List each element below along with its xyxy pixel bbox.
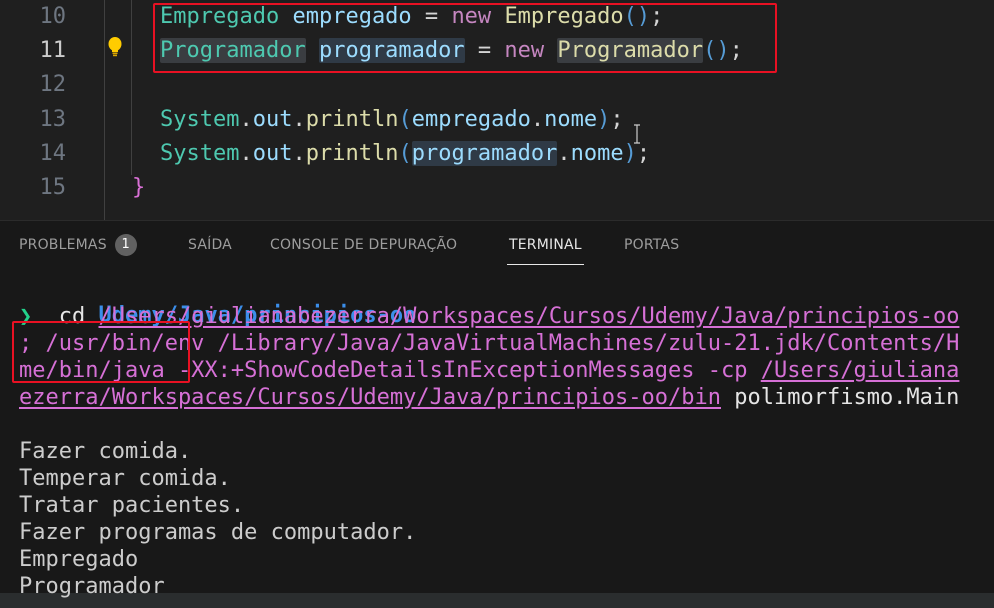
argument-token: empregado (411, 107, 531, 132)
terminal-output-line: Empregado (19, 547, 139, 572)
method-token: println (305, 141, 399, 166)
dot-token: . (292, 107, 306, 132)
paren-token: ( (398, 107, 412, 132)
semicolon-token: ; (610, 107, 624, 132)
tab-label: PROBLEMAS (19, 237, 107, 253)
panel-tabs: PROBLEMAS 1 SAÍDA CONSOLE DE DEPURAÇÃO TE… (0, 221, 994, 267)
argument-token: programador (411, 141, 558, 166)
bottom-panel: PROBLEMAS 1 SAÍDA CONSOLE DE DEPURAÇÃO TE… (0, 220, 994, 608)
code-line-14[interactable]: 14 System.out.println(programador.nome); (0, 137, 994, 171)
path-link[interactable]: /Users/giulianabezerra/Workspaces/Cursos… (99, 304, 960, 329)
path-link[interactable]: /Users/giuliana (761, 358, 960, 383)
path-link[interactable]: ezerra/Workspaces/Cursos/Udemy/Java/prin… (19, 385, 721, 410)
code-text: System.out.println(programador.nome); (160, 137, 650, 171)
tab-debug-console[interactable]: CONSOLE DE DEPURAÇÃO (270, 221, 457, 267)
terminal-cwd-line: Udemy/Java/principios-oo (19, 275, 416, 328)
text-cursor-icon (634, 124, 640, 144)
line-number: 15 (39, 175, 67, 200)
code-highlight-box (153, 3, 777, 73)
code-line-13[interactable]: 13 System.out.println(empregado.nome); (0, 103, 994, 137)
tab-output[interactable]: SAÍDA (188, 221, 232, 267)
line-number: 12 (39, 72, 67, 97)
field-token: out (252, 141, 293, 166)
tab-label: SAÍDA (188, 237, 232, 253)
paren-token: ( (398, 141, 412, 166)
tab-terminal[interactable]: TERMINAL (507, 221, 584, 267)
paren-token: ) (597, 107, 611, 132)
code-line-15[interactable]: 15 } (0, 171, 994, 205)
output-highlight-box (12, 321, 190, 383)
code-line-12[interactable]: 12 (0, 68, 994, 102)
tab-label: CONSOLE DE DEPURAÇÃO (270, 237, 458, 253)
dot-token: . (292, 141, 306, 166)
line-number: 10 (39, 4, 67, 29)
lightbulb-icon[interactable] (107, 36, 123, 58)
member-token: nome (570, 141, 624, 166)
command-text: polimorfismo.Main (721, 385, 960, 410)
code-text: } (132, 171, 145, 205)
tab-label: PORTAS (624, 237, 680, 253)
member-token: nome (544, 107, 598, 132)
terminal-output-line: Temperar comida. (19, 466, 231, 491)
dot-token: . (557, 141, 571, 166)
class-token: System (160, 141, 240, 166)
tab-ports[interactable]: PORTAS (624, 221, 679, 267)
tab-problems[interactable]: PROBLEMAS 1 (19, 221, 137, 267)
class-token: System (160, 107, 240, 132)
terminal-output-line: Fazer comida. (19, 439, 192, 464)
dot-token: . (239, 107, 253, 132)
code-text: System.out.println(empregado.nome); (160, 103, 624, 137)
terminal-output-line: Fazer programas de computador. (19, 520, 417, 545)
terminal-output-line: Tratar pacientes. (19, 493, 245, 518)
line-number: 13 (39, 107, 67, 132)
terminal-view[interactable]: Udemy/Java/principios-oo ❯ cd /Users/giu… (0, 267, 994, 608)
line-number: 11 (39, 38, 67, 63)
semicolon-token: ; (636, 141, 651, 166)
tab-label: TERMINAL (509, 237, 582, 253)
brace-token: } (132, 175, 146, 200)
field-token: out (252, 107, 293, 132)
problems-count-badge: 1 (114, 234, 137, 256)
line-number: 14 (39, 141, 67, 166)
code-editor[interactable]: 10 Empregado empregado = new Empregado()… (0, 0, 994, 220)
dot-token: . (530, 107, 545, 132)
terminal-output-line: Programador (19, 574, 165, 599)
dot-token: . (239, 141, 253, 166)
method-token: println (305, 107, 399, 132)
paren-token: ) (623, 141, 637, 166)
terminal-command-line: ezerra/Workspaces/Cursos/Udemy/Java/prin… (19, 384, 959, 411)
